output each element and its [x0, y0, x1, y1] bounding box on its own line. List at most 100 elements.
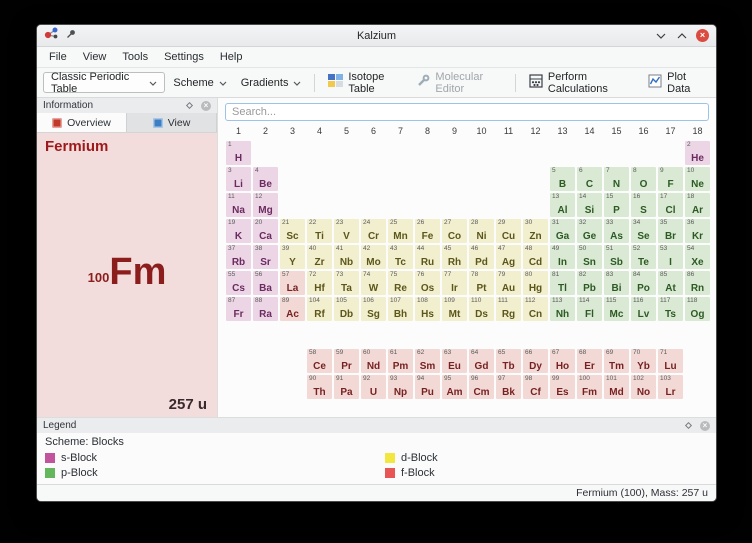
- element-cell-sr[interactable]: 38Sr: [252, 244, 279, 270]
- element-cell-am[interactable]: 95Am: [441, 374, 468, 400]
- element-cell-cn[interactable]: 112Cn: [522, 296, 549, 322]
- element-cell-br[interactable]: 35Br: [657, 218, 684, 244]
- element-cell-ce[interactable]: 58Ce: [306, 348, 333, 374]
- element-cell-sm[interactable]: 62Sm: [414, 348, 441, 374]
- element-cell-lr[interactable]: 103Lr: [657, 374, 684, 400]
- element-cell-yb[interactable]: 70Yb: [630, 348, 657, 374]
- element-cell-pb[interactable]: 82Pb: [576, 270, 603, 296]
- element-cell-rf[interactable]: 104Rf: [306, 296, 333, 322]
- element-cell-ge[interactable]: 32Ge: [576, 218, 603, 244]
- element-cell-rh[interactable]: 45Rh: [441, 244, 468, 270]
- element-cell-h[interactable]: 1H: [225, 140, 252, 166]
- element-cell-er[interactable]: 68Er: [576, 348, 603, 374]
- element-cell-f[interactable]: 9F: [657, 166, 684, 192]
- element-cell-pr[interactable]: 59Pr: [333, 348, 360, 374]
- element-cell-lu[interactable]: 71Lu: [657, 348, 684, 374]
- element-cell-k[interactable]: 19K: [225, 218, 252, 244]
- element-cell-tb[interactable]: 65Tb: [495, 348, 522, 374]
- element-cell-pu[interactable]: 94Pu: [414, 374, 441, 400]
- element-cell-np[interactable]: 93Np: [387, 374, 414, 400]
- element-cell-th[interactable]: 90Th: [306, 374, 333, 400]
- menu-help[interactable]: Help: [212, 49, 251, 65]
- element-cell-xe[interactable]: 54Xe: [684, 244, 711, 270]
- element-cell-cs[interactable]: 55Cs: [225, 270, 252, 296]
- element-cell-li[interactable]: 3Li: [225, 166, 252, 192]
- element-cell-sc[interactable]: 21Sc: [279, 218, 306, 244]
- element-cell-bk[interactable]: 97Bk: [495, 374, 522, 400]
- element-cell-ta[interactable]: 73Ta: [333, 270, 360, 296]
- element-cell-db[interactable]: 105Db: [333, 296, 360, 322]
- element-cell-ac[interactable]: 89Ac: [279, 296, 306, 322]
- element-cell-fe[interactable]: 26Fe: [414, 218, 441, 244]
- scheme-button[interactable]: Scheme: [167, 74, 232, 92]
- maximize-button[interactable]: [675, 29, 688, 42]
- element-cell-pd[interactable]: 46Pd: [468, 244, 495, 270]
- element-cell-zn[interactable]: 30Zn: [522, 218, 549, 244]
- element-cell-sn[interactable]: 50Sn: [576, 244, 603, 270]
- minimize-button[interactable]: [654, 29, 667, 42]
- element-cell-dy[interactable]: 66Dy: [522, 348, 549, 374]
- element-cell-hs[interactable]: 108Hs: [414, 296, 441, 322]
- element-cell-cf[interactable]: 98Cf: [522, 374, 549, 400]
- element-cell-rg[interactable]: 111Rg: [495, 296, 522, 322]
- menu-tools[interactable]: Tools: [114, 49, 156, 65]
- element-cell-ba[interactable]: 56Ba: [252, 270, 279, 296]
- element-cell-pa[interactable]: 91Pa: [333, 374, 360, 400]
- element-cell-ti[interactable]: 22Ti: [306, 218, 333, 244]
- element-cell-o[interactable]: 8O: [630, 166, 657, 192]
- element-cell-kr[interactable]: 36Kr: [684, 218, 711, 244]
- element-cell-ga[interactable]: 31Ga: [549, 218, 576, 244]
- element-cell-md[interactable]: 101Md: [603, 374, 630, 400]
- isotope-table-button[interactable]: Isotope Table: [322, 68, 408, 98]
- element-cell-pt[interactable]: 78Pt: [468, 270, 495, 296]
- element-cell-b[interactable]: 5B: [549, 166, 576, 192]
- close-dock-icon[interactable]: ×: [201, 101, 211, 111]
- element-cell-ag[interactable]: 47Ag: [495, 244, 522, 270]
- element-cell-rn[interactable]: 86Rn: [684, 270, 711, 296]
- close-dock-icon[interactable]: ×: [700, 421, 710, 431]
- element-cell-u[interactable]: 92U: [360, 374, 387, 400]
- menu-file[interactable]: File: [41, 49, 75, 65]
- element-cell-ds[interactable]: 110Ds: [468, 296, 495, 322]
- element-cell-v[interactable]: 23V: [333, 218, 360, 244]
- element-cell-cd[interactable]: 48Cd: [522, 244, 549, 270]
- element-cell-c[interactable]: 6C: [576, 166, 603, 192]
- element-cell-zr[interactable]: 40Zr: [306, 244, 333, 270]
- element-cell-bi[interactable]: 83Bi: [603, 270, 630, 296]
- element-cell-na[interactable]: 11Na: [225, 192, 252, 218]
- element-cell-ho[interactable]: 67Ho: [549, 348, 576, 374]
- element-cell-se[interactable]: 34Se: [630, 218, 657, 244]
- close-button[interactable]: ×: [696, 29, 709, 42]
- pin-icon[interactable]: [65, 27, 77, 45]
- element-cell-mg[interactable]: 12Mg: [252, 192, 279, 218]
- element-cell-he[interactable]: 2He: [684, 140, 711, 166]
- element-cell-al[interactable]: 13Al: [549, 192, 576, 218]
- perform-calculations-button[interactable]: Perform Calculations: [523, 68, 640, 98]
- element-cell-ar[interactable]: 18Ar: [684, 192, 711, 218]
- element-cell-re[interactable]: 75Re: [387, 270, 414, 296]
- element-cell-s[interactable]: 16S: [630, 192, 657, 218]
- element-cell-nd[interactable]: 60Nd: [360, 348, 387, 374]
- element-cell-os[interactable]: 76Os: [414, 270, 441, 296]
- element-cell-mt[interactable]: 109Mt: [441, 296, 468, 322]
- element-cell-i[interactable]: 53I: [657, 244, 684, 270]
- element-cell-si[interactable]: 14Si: [576, 192, 603, 218]
- element-cell-bh[interactable]: 107Bh: [387, 296, 414, 322]
- float-dock-icon[interactable]: [685, 422, 692, 429]
- element-cell-be[interactable]: 4Be: [252, 166, 279, 192]
- element-cell-fl[interactable]: 114Fl: [576, 296, 603, 322]
- element-cell-tm[interactable]: 69Tm: [603, 348, 630, 374]
- element-cell-ts[interactable]: 117Ts: [657, 296, 684, 322]
- element-cell-w[interactable]: 74W: [360, 270, 387, 296]
- element-cell-mo[interactable]: 42Mo: [360, 244, 387, 270]
- element-cell-y[interactable]: 39Y: [279, 244, 306, 270]
- table-type-select[interactable]: Classic Periodic Table: [43, 72, 165, 93]
- element-cell-te[interactable]: 52Te: [630, 244, 657, 270]
- float-dock-icon[interactable]: [186, 102, 193, 109]
- element-cell-co[interactable]: 27Co: [441, 218, 468, 244]
- element-cell-hg[interactable]: 80Hg: [522, 270, 549, 296]
- element-cell-mc[interactable]: 115Mc: [603, 296, 630, 322]
- element-cell-n[interactable]: 7N: [603, 166, 630, 192]
- tab-view[interactable]: View: [127, 113, 217, 132]
- element-cell-cr[interactable]: 24Cr: [360, 218, 387, 244]
